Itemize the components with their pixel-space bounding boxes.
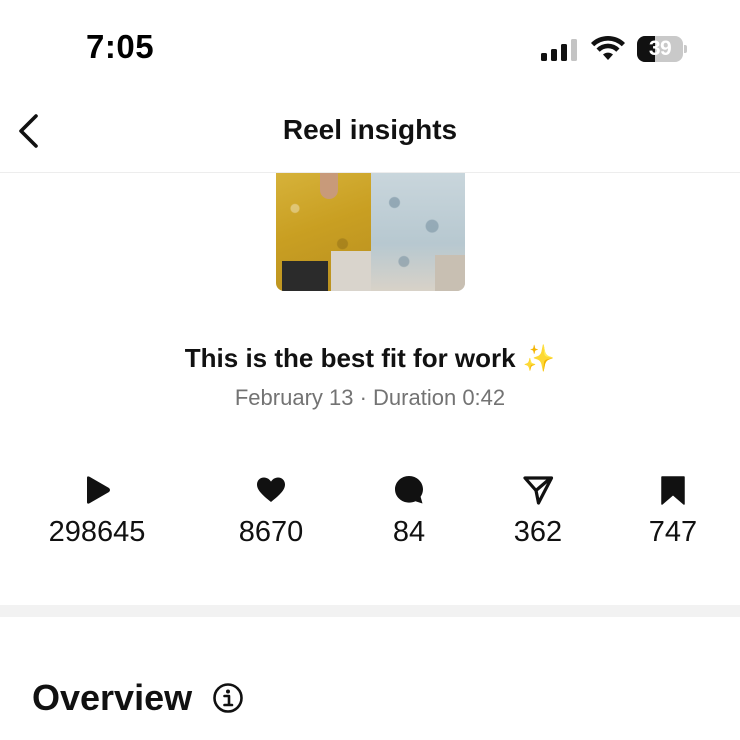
caption-text: This is the best fit for work bbox=[184, 343, 516, 373]
stat-plays: 298645 bbox=[22, 474, 172, 554]
battery-level: 39 bbox=[648, 37, 672, 60]
bookmark-icon bbox=[661, 476, 685, 505]
plays-count: 298645 bbox=[48, 516, 146, 548]
heart-icon bbox=[257, 477, 285, 502]
stat-likes: 8670 bbox=[196, 474, 346, 554]
page-title: Reel insights bbox=[282, 114, 458, 145]
stat-saves: 747 bbox=[598, 474, 740, 554]
comments-count: 84 bbox=[392, 516, 426, 548]
header: Reel insights bbox=[0, 96, 740, 173]
meta-separator: · bbox=[353, 385, 374, 410]
reel-date: February 13 bbox=[234, 385, 354, 410]
status-bar: 7:05 39 bbox=[0, 0, 740, 96]
reel-thumbnail[interactable] bbox=[276, 173, 465, 291]
stat-shares: 362 bbox=[463, 474, 613, 554]
wifi-icon bbox=[591, 35, 625, 60]
share-icon bbox=[523, 476, 554, 505]
sparkles-emoji: ✨ bbox=[522, 343, 556, 373]
reel-meta: February 13 · Duration 0:42 bbox=[0, 385, 740, 411]
info-icon[interactable] bbox=[212, 682, 244, 714]
saves-count: 747 bbox=[648, 516, 698, 548]
comment-icon bbox=[395, 476, 423, 504]
thumbnail-frame-left bbox=[276, 173, 371, 291]
signal-icon bbox=[541, 39, 577, 61]
section-divider bbox=[0, 605, 740, 617]
overview-heading: Overview bbox=[32, 677, 193, 718]
reel-duration: Duration 0:42 bbox=[373, 385, 506, 410]
stat-comments: 84 bbox=[334, 474, 484, 554]
shares-count: 362 bbox=[513, 516, 563, 548]
thumbnail-frame-right bbox=[371, 173, 465, 291]
likes-count: 8670 bbox=[238, 516, 304, 548]
battery-icon: 39 bbox=[637, 36, 687, 62]
reel-caption: This is the best fit for work ✨ bbox=[0, 343, 740, 374]
status-time: 7:05 bbox=[86, 28, 155, 65]
play-icon bbox=[87, 476, 110, 504]
